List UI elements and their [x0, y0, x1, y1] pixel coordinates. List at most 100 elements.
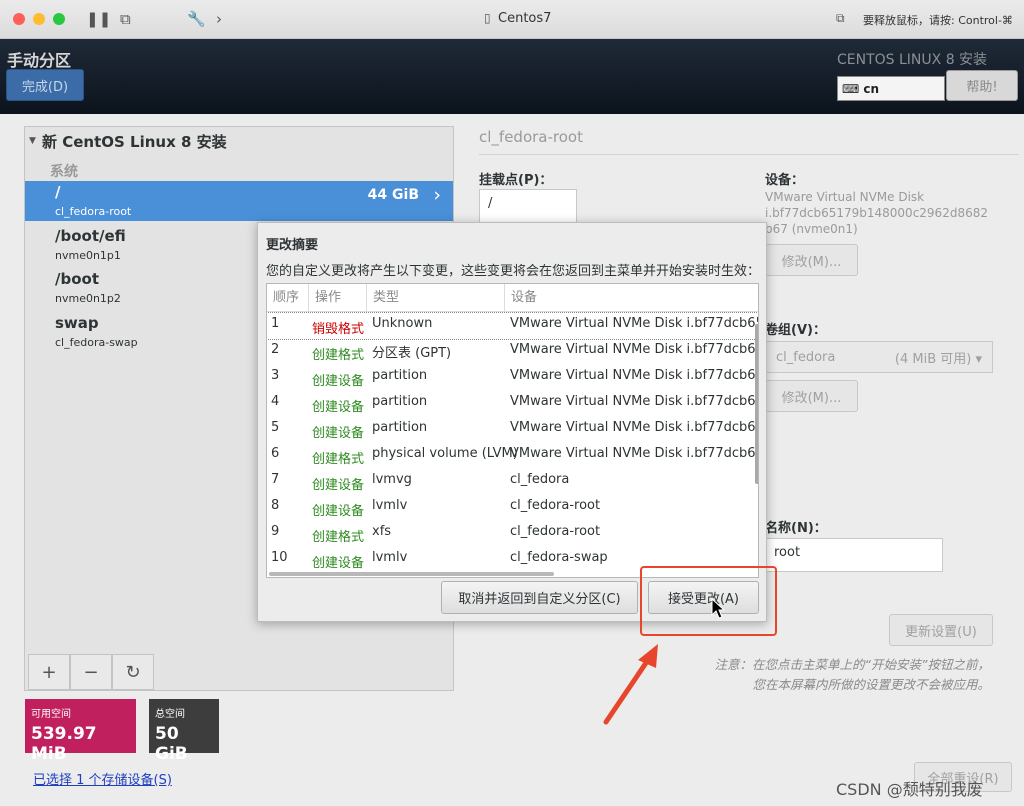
- refresh-icon: ↻: [125, 661, 141, 683]
- keyboard-layout-label: cn: [863, 81, 879, 96]
- page-title: 手动分区: [7, 51, 72, 70]
- summary-of-changes-dialog: 更改摘要 您的自定义更改将产生以下变更，这些变更将会在您返回到主菜单并开始安装时…: [257, 222, 767, 622]
- mount-point-size: 44 GiB: [367, 187, 419, 203]
- available-space-value: 539.97 MiB: [31, 724, 97, 764]
- table-row[interactable]: 8 创建设备 lvmlv cl_fedora-root: [267, 495, 758, 521]
- available-space-box: 可用空间 539.97 MiB: [25, 699, 136, 764]
- row-order: 6: [271, 446, 280, 461]
- row-type: 分区表 (GPT): [372, 346, 452, 361]
- add-mount-point-button[interactable]: +: [28, 654, 70, 690]
- modify-device-button[interactable]: 修改(M)...: [765, 244, 858, 276]
- row-device: cl_fedora-root: [510, 498, 601, 513]
- row-device: VMware Virtual NVMe Disk i.bf77dcb6517: [510, 342, 759, 357]
- keyboard-layout-indicator[interactable]: ⌨ cn: [837, 76, 945, 101]
- cancel-return-button[interactable]: 取消并返回到自定义分区(C): [441, 581, 638, 614]
- pause-icon[interactable]: ❚❚: [86, 10, 111, 28]
- table-row[interactable]: 6 创建格式 physical volume (LVM) VMware Virtual…: [267, 443, 758, 469]
- installation-title: 新 CentOS Linux 8 安装: [42, 133, 227, 151]
- device-text-line1: VMware Virtual NVMe Disk: [765, 190, 925, 204]
- table-row[interactable]: 1 销毁格式 Unknown VMware Virtual NVMe Disk i.b…: [267, 312, 759, 340]
- header-divider: [267, 311, 758, 312]
- table-row[interactable]: 5 创建设备 partition VMware Virtual NVMe Disk i…: [267, 417, 759, 443]
- done-button[interactable]: 完成(D): [6, 69, 84, 101]
- annotation-arrow-icon: [603, 644, 658, 725]
- row-type: physical volume (LVM): [372, 446, 518, 461]
- name-label: 名称(N)：: [765, 521, 827, 536]
- row-action: 销毁格式: [312, 322, 365, 337]
- row-order: 1: [271, 316, 280, 331]
- row-type: xfs: [372, 524, 392, 539]
- dialog-title: 更改摘要: [266, 238, 319, 253]
- table-row[interactable]: 7 创建设备 lvmvg cl_fedora: [267, 469, 758, 495]
- row-device: cl_fedora-root: [510, 524, 601, 539]
- volume-group-free: (4 MiB 可用): [894, 351, 972, 367]
- horizontal-scrollbar[interactable]: [269, 572, 554, 576]
- mount-point-device: cl_fedora-swap: [55, 336, 138, 349]
- modify-volume-group-button[interactable]: 修改(M)...: [765, 380, 858, 412]
- table-row[interactable]: 4 创建设备 partition VMware Virtual NVMe Disk i…: [267, 391, 759, 417]
- document-icon: ▯: [484, 11, 491, 25]
- row-device: VMware Virtual NVMe Disk i.bf77dcb6517: [510, 420, 759, 435]
- row-order: 7: [271, 472, 280, 487]
- dropdown-arrow-icon: ▾: [975, 351, 982, 367]
- total-space-box: 总空间 50 GiB: [149, 699, 219, 764]
- row-type: lvmlv: [372, 498, 408, 513]
- row-device: cl_fedora-swap: [510, 550, 608, 565]
- mount-point-label: 挂载点(P)：: [479, 173, 553, 188]
- row-type: partition: [372, 368, 428, 383]
- selected-storage-link[interactable]: 已选择 1 个存储设备(S): [33, 769, 172, 788]
- row-action: 创建设备: [312, 556, 365, 571]
- row-action: 创建设备: [312, 504, 365, 519]
- table-row[interactable]: 9 创建格式 xfs cl_fedora-root: [267, 521, 758, 547]
- vertical-scrollbar[interactable]: [755, 324, 758, 484]
- column-header-type[interactable]: 类型: [367, 284, 505, 311]
- mount-point-name: swap: [55, 314, 99, 332]
- changes-table-body: 1 销毁格式 Unknown VMware Virtual NVMe Disk i.b…: [267, 312, 759, 575]
- mount-point-name: /boot: [55, 270, 99, 288]
- remove-mount-point-button[interactable]: −: [70, 654, 112, 690]
- row-type: partition: [372, 420, 428, 435]
- plus-icon: +: [41, 661, 57, 683]
- volume-group-select[interactable]: cl_fedora (4 MiB 可用) ▾: [765, 341, 993, 373]
- snapshot-icon[interactable]: ⧉: [120, 10, 131, 28]
- table-row[interactable]: 3 创建设备 partition VMware Virtual NVMe Disk i…: [267, 365, 759, 391]
- device-label: 设备：: [765, 173, 805, 188]
- keyboard-icon: ⌨: [842, 81, 860, 96]
- chevron-right-icon[interactable]: ›: [216, 10, 222, 28]
- wrench-icon[interactable]: 🔧: [187, 10, 206, 28]
- row-order: 4: [271, 394, 280, 409]
- volume-group-value: cl_fedora: [776, 349, 836, 365]
- column-header-action[interactable]: 操作: [309, 284, 367, 311]
- selected-device-title: cl_fedora-root: [479, 128, 583, 146]
- window-title: Centos7: [498, 11, 552, 26]
- row-order: 3: [271, 368, 280, 383]
- row-action: 创建设备: [312, 400, 365, 415]
- row-order: 5: [271, 420, 280, 435]
- mount-point-row-root[interactable]: / cl_fedora-root 44 GiB ›: [25, 181, 453, 221]
- row-device: VMware Virtual NVMe Disk i.bf77dcb6517: [510, 394, 759, 409]
- row-action: 创建格式: [312, 530, 365, 545]
- update-settings-button[interactable]: 更新设置(U): [889, 614, 993, 646]
- row-device: cl_fedora: [510, 472, 570, 487]
- column-header-order[interactable]: 顺序: [267, 284, 309, 311]
- expander-triangle-icon[interactable]: ▼: [29, 136, 36, 146]
- table-row[interactable]: 2 创建格式 分区表 (GPT) VMware Virtual NVMe Disk i…: [267, 339, 759, 365]
- mount-point-input[interactable]: /: [479, 189, 577, 223]
- row-action: 创建设备: [312, 426, 365, 441]
- total-space-label: 总空间: [155, 709, 185, 720]
- row-type: lvmlv: [372, 550, 408, 565]
- name-input[interactable]: root: [765, 538, 943, 572]
- row-device: VMware Virtual NVMe Disk i.bf77dcb6517: [510, 316, 759, 331]
- row-type: Unknown: [372, 316, 433, 331]
- row-type: partition: [372, 394, 428, 409]
- zoom-window-button[interactable]: [53, 13, 65, 25]
- product-title: CENTOS LINUX 8 安装: [837, 52, 988, 68]
- row-device: VMware Virtual NVMe Disk i.bf77dcb6517: [510, 368, 759, 383]
- help-button[interactable]: 帮助!: [946, 70, 1018, 101]
- copy-icon: ⧉: [836, 11, 845, 25]
- close-window-button[interactable]: [13, 13, 25, 25]
- column-header-device[interactable]: 设备: [505, 284, 758, 311]
- refresh-button[interactable]: ↻: [112, 654, 154, 690]
- minimize-window-button[interactable]: [33, 13, 45, 25]
- highlight-box: [640, 566, 777, 636]
